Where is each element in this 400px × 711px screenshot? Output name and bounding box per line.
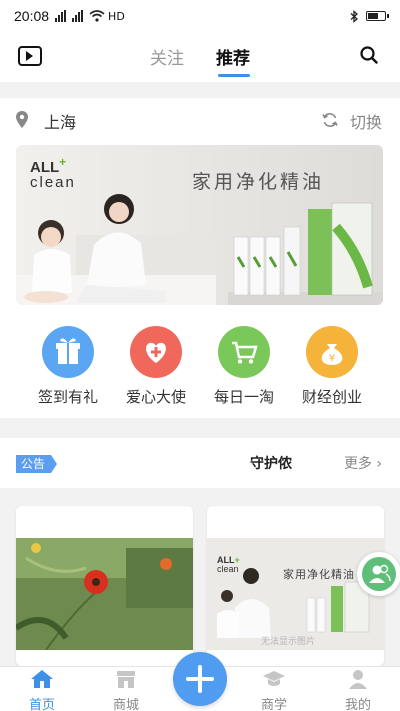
quick-actions: 签到有礼 爱心大使 每日一淘 ¥ 财经创业 <box>0 310 400 418</box>
current-city: 上海 <box>44 113 77 132</box>
video-icon[interactable] <box>18 46 42 66</box>
quick-action-finance[interactable]: ¥ 财经创业 <box>292 326 372 407</box>
tab-label: 首页 <box>28 698 55 711</box>
notice-text: 守护侬 <box>250 456 292 472</box>
red-flower-photo <box>16 538 193 650</box>
image-unavailable-caption: 无法显示图片 <box>261 637 316 647</box>
top-nav: 关注 推荐 <box>0 32 400 82</box>
status-bar: 20:08 HD <box>0 0 400 32</box>
tab-follow[interactable]: 关注 <box>150 44 184 69</box>
product-boxes-illustration <box>228 202 383 305</box>
mother-child-illustration <box>16 194 216 305</box>
tab-mall[interactable]: 商城 <box>96 669 156 711</box>
notice-badge: 公告 <box>16 455 58 473</box>
card-title: 家用净化精油 <box>283 568 355 581</box>
notice-bar[interactable]: 公告 守护侬 更多 › <box>0 438 400 488</box>
feed-card[interactable]: ALL+ clean 家用净化精油 无法显示图片 <box>207 506 384 666</box>
user-group-icon <box>369 564 391 583</box>
store-icon <box>117 671 135 688</box>
notice-more-link[interactable]: 更多 › <box>344 453 382 473</box>
tab-label: 我的 <box>344 698 371 711</box>
quick-action-daily-deal[interactable]: 每日一淘 <box>204 326 284 407</box>
location-bar: 上海 切换 <box>0 98 400 142</box>
quick-action-love-ambassador[interactable]: 爱心大使 <box>116 326 196 407</box>
add-button[interactable] <box>173 652 227 706</box>
floating-contact-button[interactable] <box>357 552 400 596</box>
quick-action-label: 签到有礼 <box>37 388 98 406</box>
signal-icon <box>55 10 67 22</box>
status-time: 20:08 <box>14 8 50 24</box>
tab-label: 商城 <box>112 698 139 711</box>
bluetooth-icon <box>350 9 358 23</box>
switch-city-button[interactable]: 切换 <box>350 109 382 133</box>
network-label: HD <box>108 9 125 23</box>
promo-banner[interactable]: ALL+ clean 家用净化精油 <box>16 145 383 305</box>
home-icon <box>31 670 53 688</box>
active-tab-indicator <box>218 74 250 77</box>
user-icon <box>349 670 367 689</box>
cart-icon <box>218 326 270 378</box>
tab-profile[interactable]: 我的 <box>328 669 388 711</box>
graduation-cap-icon <box>263 671 285 686</box>
feed-card[interactable] <box>16 506 193 666</box>
location-pin-icon <box>16 111 28 128</box>
quick-action-sign-in-gift[interactable]: 签到有礼 <box>28 326 108 407</box>
quick-action-label: 每日一淘 <box>213 388 274 406</box>
gift-icon <box>42 326 94 378</box>
search-icon[interactable] <box>360 46 378 64</box>
banner-section: ALL+ clean 家用净化精油 <box>0 142 400 310</box>
battery-icon <box>366 11 389 21</box>
quick-action-label: 财经创业 <box>301 388 362 406</box>
money-bag-icon: ¥ <box>306 326 358 378</box>
wifi-icon <box>89 10 105 22</box>
chevron-right-icon: › <box>376 456 382 472</box>
refresh-icon[interactable] <box>322 112 338 128</box>
tab-academy[interactable]: 商学 <box>244 669 304 711</box>
tab-recommend[interactable]: 推荐 <box>216 44 250 69</box>
tab-label: 商学 <box>260 698 287 711</box>
brand-logo: ALL+ clean <box>217 555 240 574</box>
quick-action-label: 爱心大使 <box>125 388 186 406</box>
tab-home[interactable]: 首页 <box>12 669 72 711</box>
signal-icon <box>72 10 84 22</box>
heart-plus-icon <box>130 326 182 378</box>
svg-text:¥: ¥ <box>329 353 335 364</box>
